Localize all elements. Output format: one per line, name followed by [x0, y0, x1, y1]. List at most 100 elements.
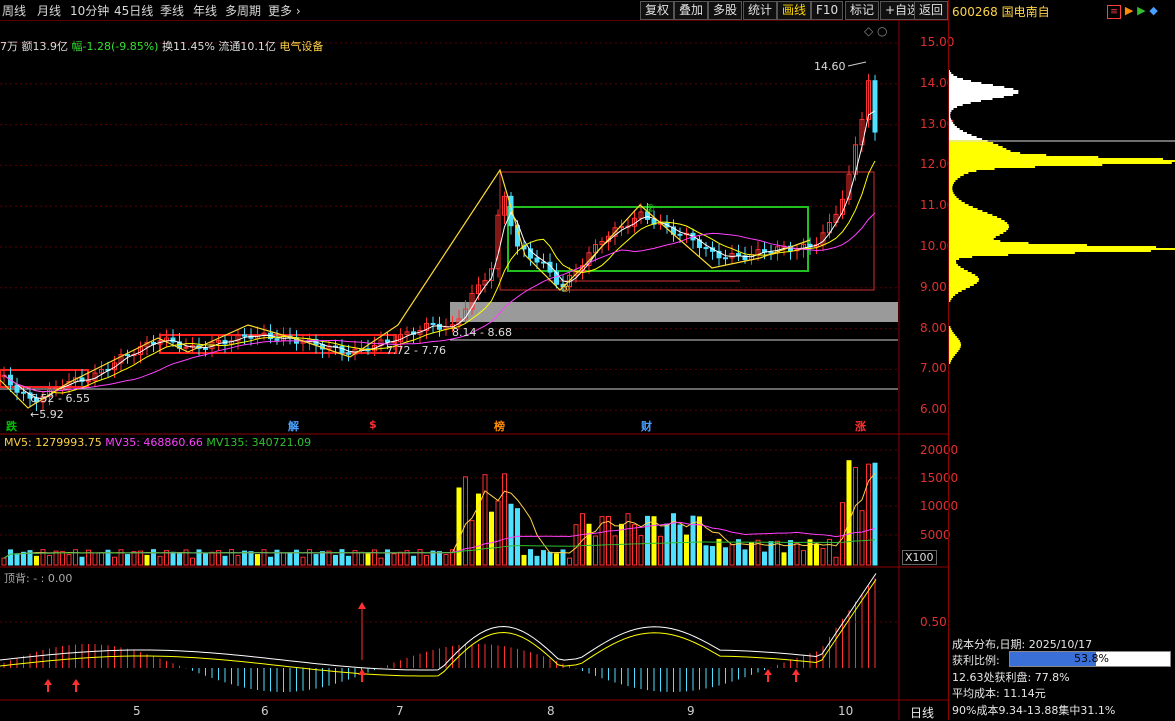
volume-bar: [463, 476, 468, 566]
candle-body: [203, 347, 208, 350]
event-marker-dividend[interactable]: $: [369, 418, 377, 431]
diamond-icon[interactable]: ◇ ○: [864, 24, 888, 38]
volume-bar: [664, 523, 670, 566]
buy-signal-arrowhead: [358, 669, 366, 675]
volume-bar: [567, 557, 572, 566]
volume-bar: [79, 556, 85, 566]
signal-arrowhead: [358, 602, 366, 609]
volume-bar: [287, 552, 293, 566]
volume-bar: [333, 554, 338, 566]
volume-bar: [658, 535, 663, 566]
volume-bar: [437, 551, 442, 566]
volume-bar: [398, 551, 403, 566]
volume-bar: [469, 520, 475, 566]
volume-bar: [34, 555, 39, 566]
volume-bar: [554, 553, 559, 566]
price-axis-label: 8.00: [920, 320, 947, 335]
volume-bar: [684, 534, 689, 566]
volume-bar: [495, 500, 501, 566]
chart-grid: [0, 42, 898, 536]
volume-bar: [196, 549, 202, 566]
volume-bar: [534, 555, 540, 566]
high-label: 14.60: [814, 60, 846, 73]
volume-bar: [762, 551, 767, 566]
industry-value: 电气设备: [279, 40, 324, 53]
candle-body: [242, 334, 247, 337]
cost-title: 成本分布,日期: 2025/10/17: [952, 638, 1093, 651]
volume-bar: [21, 551, 26, 566]
volume-bar: [801, 550, 806, 566]
volume-bar: [749, 542, 754, 566]
float-value: 流通10.1亿: [218, 40, 276, 53]
event-marker-fall[interactable]: 跌: [6, 418, 17, 434]
range3-label: 8.14 - 8.68: [452, 326, 512, 339]
event-marker-rise[interactable]: 涨: [855, 418, 866, 434]
amount-value: 额13.9亿: [21, 40, 69, 53]
date-label-6: 6: [261, 704, 269, 718]
candle-body: [430, 322, 436, 325]
volume-bar: [131, 551, 137, 566]
buy-signal-arrowhead: [792, 669, 800, 675]
volume-bar: [528, 549, 533, 566]
candle-body: [346, 352, 351, 355]
support-band: [450, 302, 898, 322]
volume-bar: [814, 543, 819, 566]
event-marker-ranking[interactable]: 榜: [494, 418, 505, 434]
mv135-label: MV135: 340721.09: [206, 436, 312, 449]
volume-bar: [573, 524, 579, 566]
volume-bar: [703, 545, 709, 566]
buy-signal-arrowhead: [44, 679, 52, 685]
indicator-label: 顶背: - : 0.00: [4, 572, 73, 585]
volume-bar: [118, 549, 124, 566]
low-value: 5.92: [39, 408, 64, 421]
date-label-8: 8: [547, 704, 555, 718]
volume-bar: [346, 555, 351, 566]
volume-bar: [268, 556, 273, 566]
cost-distribution-panel: 600268 国电南自 ≡ ▶ ▶ ◆ 成本分布,日期: 2025/10/17 …: [948, 0, 1175, 720]
volume-bar: [677, 524, 683, 566]
event-marker-financial[interactable]: 财: [641, 418, 652, 434]
volume-bar: [365, 553, 371, 566]
volume-bar: [521, 554, 527, 566]
volume-bar: [794, 542, 800, 566]
cost-distribution-chart: [949, 70, 1175, 364]
volume-bar: [255, 554, 260, 566]
volume-bar: [781, 552, 787, 566]
candle-body: [339, 345, 345, 354]
mv35-label: MV35: 468860.66: [105, 436, 203, 449]
volume-bar: [222, 555, 228, 566]
candle-body: [534, 257, 540, 263]
volume-bar: [788, 540, 793, 566]
candle-body: [677, 233, 683, 236]
volume-bar: [151, 549, 156, 566]
buy-signal-arrowhead: [764, 669, 772, 675]
period-label[interactable]: 日线: [910, 704, 934, 721]
volume-bar: [14, 553, 20, 566]
volume-bar: [606, 516, 611, 566]
volume-bar: [547, 551, 553, 566]
indicator-axis-050: 0.50: [920, 615, 947, 629]
volume-bar: [456, 487, 462, 566]
volume-bar: [723, 547, 728, 566]
wave-marker-3: ③: [560, 282, 570, 295]
price-axis-label: 6.00: [920, 402, 947, 417]
volume-bar: [359, 551, 364, 566]
price-ma-line: [3, 160, 876, 394]
volume-bar: [482, 474, 488, 566]
date-label-9: 9: [687, 704, 695, 718]
event-marker-unlock[interactable]: 解: [288, 418, 299, 434]
volume-partial: 7万: [0, 40, 18, 53]
volume-bar: [586, 523, 592, 566]
vol-axis-5000: 5000: [920, 528, 951, 542]
candle-body: [703, 247, 709, 250]
indicator-line-slow: [0, 579, 877, 677]
volume-bar: [612, 535, 618, 566]
kline-chart[interactable]: [0, 0, 948, 720]
volume-bar: [820, 547, 826, 566]
price-axis-label: 9.00: [920, 279, 947, 294]
candle-body: [437, 323, 442, 330]
change-value: 幅-1.28(-9.85%): [71, 40, 159, 53]
volume-bar: [846, 460, 852, 566]
volume-bar: [60, 551, 65, 566]
mv5-label: MV5: 1279993.75: [4, 436, 102, 449]
